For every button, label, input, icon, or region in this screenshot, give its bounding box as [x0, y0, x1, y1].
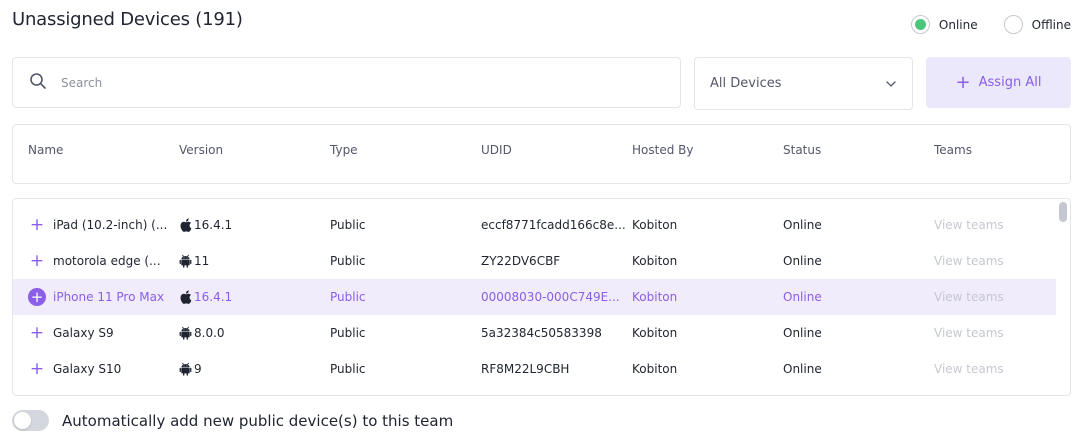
scroll-thumb[interactable] — [1059, 202, 1067, 222]
device-filter-select[interactable]: All Devices — [694, 57, 913, 110]
android-icon — [179, 254, 192, 268]
assign-all-button[interactable]: + Assign All — [926, 57, 1071, 108]
column-header-status[interactable]: Status — [783, 143, 821, 157]
device-hosted-by: Kobiton — [632, 326, 678, 340]
device-status: Online — [783, 218, 822, 232]
device-udid: RF8M22L9CBH — [481, 362, 570, 376]
column-header-type[interactable]: Type — [330, 143, 358, 157]
view-teams-link[interactable]: View teams — [934, 326, 1004, 340]
toggle-knob — [14, 412, 31, 429]
device-udid: 5a32384c50583398 — [481, 326, 602, 340]
add-device-icon[interactable]: + — [28, 216, 46, 234]
device-hosted-by: Kobiton — [632, 218, 678, 232]
auto-add-label: Automatically add new public device(s) t… — [62, 411, 454, 430]
table-header: Name Version Type UDID Hosted By Status … — [12, 124, 1071, 184]
table-row[interactable]: + iPad (10.2-inch) (... 16.4.1 Public eccf87… — [13, 207, 1056, 243]
search-input[interactable] — [61, 75, 621, 90]
device-type: Public — [330, 290, 366, 304]
view-teams-link[interactable]: View teams — [934, 362, 1004, 376]
device-type: Public — [330, 218, 366, 232]
device-version: 16.4.1 — [194, 218, 233, 232]
offline-radio[interactable] — [1003, 15, 1023, 34]
column-header-name[interactable]: Name — [28, 143, 63, 157]
table-row[interactable]: + motorola edge (... 11 Public ZY22DV6CBF Kob… — [13, 243, 1056, 279]
device-type: Public — [330, 362, 366, 376]
online-radio-option[interactable]: Online — [910, 15, 978, 34]
page-title: Unassigned Devices (191) — [12, 9, 243, 30]
search-icon — [29, 72, 47, 94]
assign-all-label: Assign All — [978, 75, 1042, 90]
table-row[interactable]: + iPhone 11 Pro Max 16.4.1 Public 00008030-0… — [13, 279, 1056, 315]
device-name: Galaxy S9 — [53, 326, 114, 340]
radio-selected-dot — [914, 19, 926, 30]
add-device-icon[interactable]: + — [28, 324, 46, 342]
device-version: 11 — [194, 254, 210, 268]
status-filter: Online Offline — [910, 15, 1071, 34]
offline-radio-option[interactable]: Offline — [1003, 15, 1071, 34]
plus-icon: + — [955, 71, 971, 93]
device-udid: 00008030-000C749E... — [481, 290, 620, 304]
device-status: Online — [783, 326, 822, 340]
device-table-body: + iPad (10.2-inch) (... 16.4.1 Public eccf87… — [12, 198, 1071, 396]
column-header-version[interactable]: Version — [179, 143, 223, 157]
column-header-udid[interactable]: UDID — [481, 143, 512, 157]
table-row[interactable]: + Galaxy S10 9 Public RF8M22L9CBH Kobiton Onli… — [13, 351, 1056, 387]
auto-add-setting: Automatically add new public device(s) t… — [12, 410, 453, 431]
chevron-down-icon — [886, 76, 896, 91]
add-device-icon[interactable]: + — [28, 360, 46, 378]
device-udid: ZY22DV6CBF — [481, 254, 561, 268]
add-device-icon[interactable]: + — [28, 252, 46, 270]
table-scrollbar[interactable] — [1059, 202, 1067, 392]
online-radio-label: Online — [938, 17, 978, 32]
android-icon — [179, 326, 192, 340]
column-header-teams[interactable]: Teams — [934, 143, 972, 157]
device-hosted-by: Kobiton — [632, 254, 678, 268]
auto-add-toggle[interactable] — [12, 410, 49, 431]
search-box[interactable] — [12, 57, 681, 108]
device-name: iPad (10.2-inch) (... — [53, 218, 168, 232]
device-type: Public — [330, 254, 366, 268]
device-hosted-by: Kobiton — [632, 290, 678, 304]
device-version: 8.0.0 — [194, 326, 225, 340]
device-status: Online — [783, 254, 822, 268]
apple-icon — [179, 290, 192, 304]
device-version: 9 — [194, 362, 202, 376]
apple-icon — [179, 218, 192, 232]
view-teams-link[interactable]: View teams — [934, 218, 1004, 232]
table-row[interactable]: + Galaxy S9 8.0.0 Public 5a32384c50583398 Kob… — [13, 315, 1056, 351]
column-header-hosted-by[interactable]: Hosted By — [632, 143, 693, 157]
view-teams-link[interactable]: View teams — [934, 254, 1004, 268]
device-type: Public — [330, 326, 366, 340]
android-icon — [179, 362, 192, 376]
view-teams-link[interactable]: View teams — [934, 290, 1004, 304]
device-filter-value: All Devices — [710, 76, 782, 91]
device-name: Galaxy S10 — [53, 362, 122, 376]
device-name: motorola edge (... — [53, 254, 161, 268]
offline-radio-label: Offline — [1031, 17, 1071, 32]
device-status: Online — [783, 362, 822, 376]
device-udid: eccf8771fcadd166c8e... — [481, 218, 626, 232]
device-status: Online — [783, 290, 822, 304]
add-device-icon[interactable]: + — [28, 288, 46, 306]
device-hosted-by: Kobiton — [632, 362, 678, 376]
online-radio[interactable] — [910, 15, 930, 34]
device-name: iPhone 11 Pro Max — [53, 290, 165, 304]
device-version: 16.4.1 — [194, 290, 233, 304]
